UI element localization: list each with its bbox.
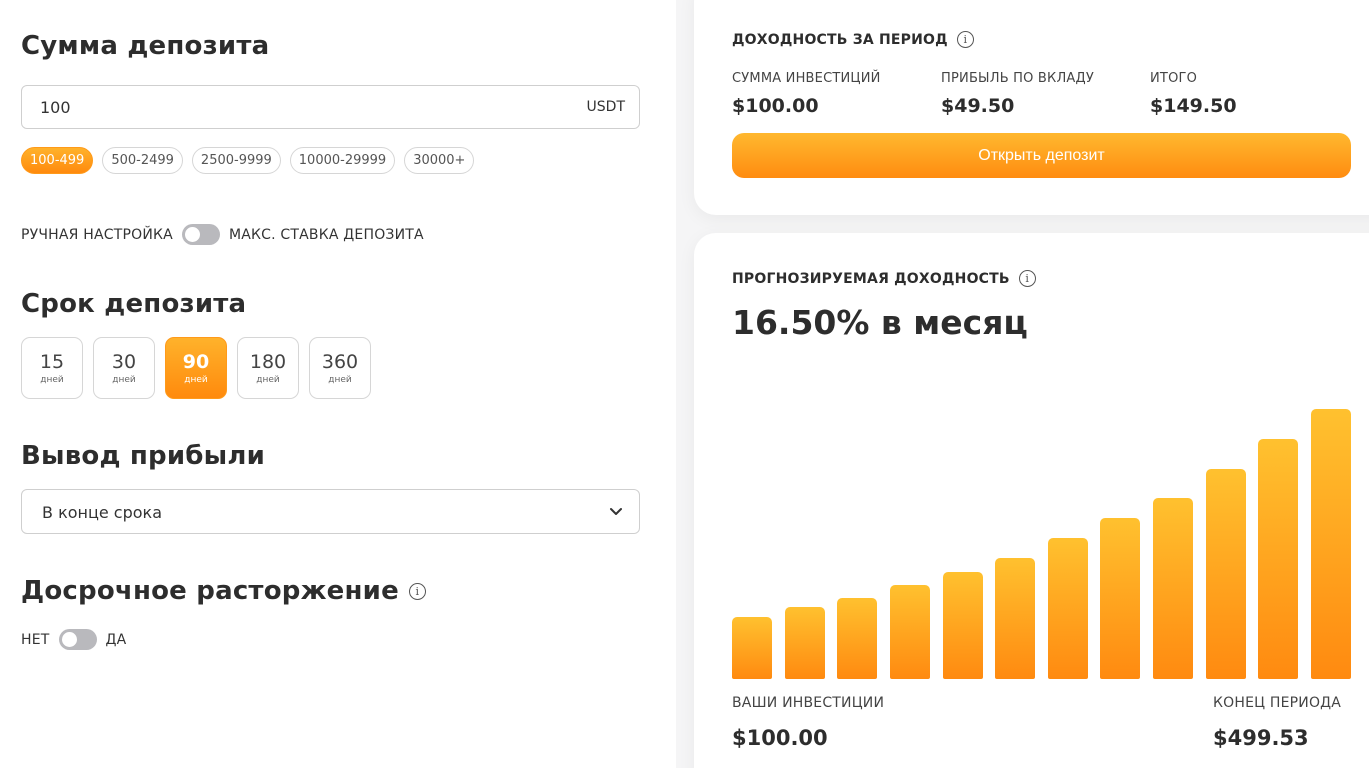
chart-bar-5 xyxy=(942,572,983,679)
term-unit: дней xyxy=(40,375,64,385)
profit-label: ПРИБЫЛЬ ПО ВКЛАДУ xyxy=(941,71,1094,86)
term-options: 15 дней 30 дней 90 дней 180 дней 360 дне… xyxy=(21,337,371,399)
term-value: 15 xyxy=(39,351,65,373)
info-icon[interactable]: i xyxy=(408,582,426,600)
period-yield-heading: ДОХОДНОСТЬ ЗА ПЕРИОД i xyxy=(732,31,974,48)
chart-bar-3 xyxy=(837,598,878,679)
term-option-15[interactable]: 15 дней xyxy=(21,337,83,399)
investment-sum-value: $100.00 xyxy=(732,95,819,117)
deposit-amount-value[interactable]: 100 xyxy=(40,98,71,117)
term-option-360[interactable]: 360 дней xyxy=(309,337,371,399)
early-termination-heading: Досрочное расторжение i xyxy=(21,576,426,606)
chart-bar-12 xyxy=(1311,409,1351,679)
monthly-rate: 16.50% в месяц xyxy=(732,303,1028,342)
yes-label: ДА xyxy=(105,631,127,648)
range-chip-500-2499[interactable]: 500-2499 xyxy=(102,147,183,174)
yield-bar-chart xyxy=(732,395,1351,679)
early-termination-toggle-row: НЕТ ДА xyxy=(21,629,126,650)
withdrawal-selected-value: В конце срока xyxy=(42,503,163,522)
range-chip-100-499[interactable]: 100-499 xyxy=(21,147,94,174)
chart-bar-4 xyxy=(889,585,930,679)
chart-bar-7 xyxy=(1047,538,1088,679)
term-value: 360 xyxy=(321,351,359,373)
info-icon[interactable]: i xyxy=(1018,270,1036,287)
total-value: $149.50 xyxy=(1150,95,1237,117)
chart-bar-8 xyxy=(1100,518,1141,679)
investment-sum-label: СУММА ИНВЕСТИЦИЙ xyxy=(732,71,881,86)
amount-range-chips: 100-499 500-2499 2500-9999 10000-29999 3… xyxy=(21,147,475,174)
term-unit: дней xyxy=(112,375,136,385)
max-rate-label: МАКС. СТАВКА ДЕПОЗИТА xyxy=(228,226,424,243)
total-label: ИТОГО xyxy=(1150,71,1198,86)
range-chip-2500-9999[interactable]: 2500-9999 xyxy=(191,147,281,174)
deposit-term-title: Срок депозита xyxy=(21,289,247,319)
rate-mode-toggle-row: РУЧНАЯ НАСТРОЙКА МАКС. СТАВКА ДЕПОЗИТА xyxy=(21,224,424,245)
range-chip-10000-29999[interactable]: 10000-29999 xyxy=(289,147,396,174)
early-termination-toggle[interactable] xyxy=(58,629,97,650)
term-unit: дней xyxy=(184,375,208,385)
period-end-label: КОНЕЦ ПЕРИОДА xyxy=(1213,695,1342,711)
info-icon[interactable]: i xyxy=(956,31,974,48)
toggle-knob xyxy=(184,227,200,242)
chart-bar-11 xyxy=(1258,439,1299,679)
term-unit: дней xyxy=(256,375,280,385)
forecast-title: ПРОГНОЗИРУЕМАЯ ДОХОДНОСТЬ xyxy=(732,270,1010,287)
your-investment-value: $100.00 xyxy=(732,726,828,750)
deposit-amount-title: Сумма депозита xyxy=(21,31,270,61)
term-option-30[interactable]: 30 дней xyxy=(93,337,155,399)
chart-bar-2 xyxy=(784,607,825,679)
term-option-180[interactable]: 180 дней xyxy=(237,337,299,399)
rate-mode-toggle[interactable] xyxy=(181,224,220,245)
forecast-card: ПРОГНОЗИРУЕМАЯ ДОХОДНОСТЬ i 16.50% в мес… xyxy=(694,233,1369,768)
term-unit: дней xyxy=(328,375,352,385)
period-yield-card: ДОХОДНОСТЬ ЗА ПЕРИОД i СУММА ИНВЕСТИЦИЙ … xyxy=(694,0,1369,215)
toggle-knob xyxy=(61,632,77,647)
term-option-90[interactable]: 90 дней xyxy=(165,337,227,399)
no-label: НЕТ xyxy=(21,631,50,648)
forecast-heading: ПРОГНОЗИРУЕМАЯ ДОХОДНОСТЬ i xyxy=(732,270,1036,287)
deposit-amount-input[interactable]: 100 USDT xyxy=(21,85,640,129)
term-value: 30 xyxy=(111,351,137,373)
currency-label: USDT xyxy=(586,99,625,115)
withdrawal-select[interactable]: В конце срока xyxy=(21,489,640,534)
range-chip-30000-plus[interactable]: 30000+ xyxy=(404,147,475,174)
profit-value: $49.50 xyxy=(941,95,1015,117)
period-yield-title: ДОХОДНОСТЬ ЗА ПЕРИОД xyxy=(732,31,948,48)
chevron-down-icon xyxy=(609,503,623,522)
term-value: 180 xyxy=(249,351,287,373)
chart-bar-10 xyxy=(1205,469,1246,679)
period-end-value: $499.53 xyxy=(1213,726,1309,750)
early-termination-title: Досрочное расторжение xyxy=(21,576,399,606)
withdrawal-title: Вывод прибыли xyxy=(21,441,266,471)
deposit-settings-panel: Сумма депозита 100 USDT 100-499 500-2499… xyxy=(0,0,676,768)
chart-bar-9 xyxy=(1153,498,1194,679)
chart-bar-1 xyxy=(732,617,772,679)
your-investment-label: ВАШИ ИНВЕСТИЦИИ xyxy=(732,695,885,711)
manual-setting-label: РУЧНАЯ НАСТРОЙКА xyxy=(21,226,173,243)
term-value: 90 xyxy=(182,351,210,373)
open-deposit-button[interactable]: Открыть депозит xyxy=(732,133,1351,178)
chart-bar-6 xyxy=(995,558,1036,679)
